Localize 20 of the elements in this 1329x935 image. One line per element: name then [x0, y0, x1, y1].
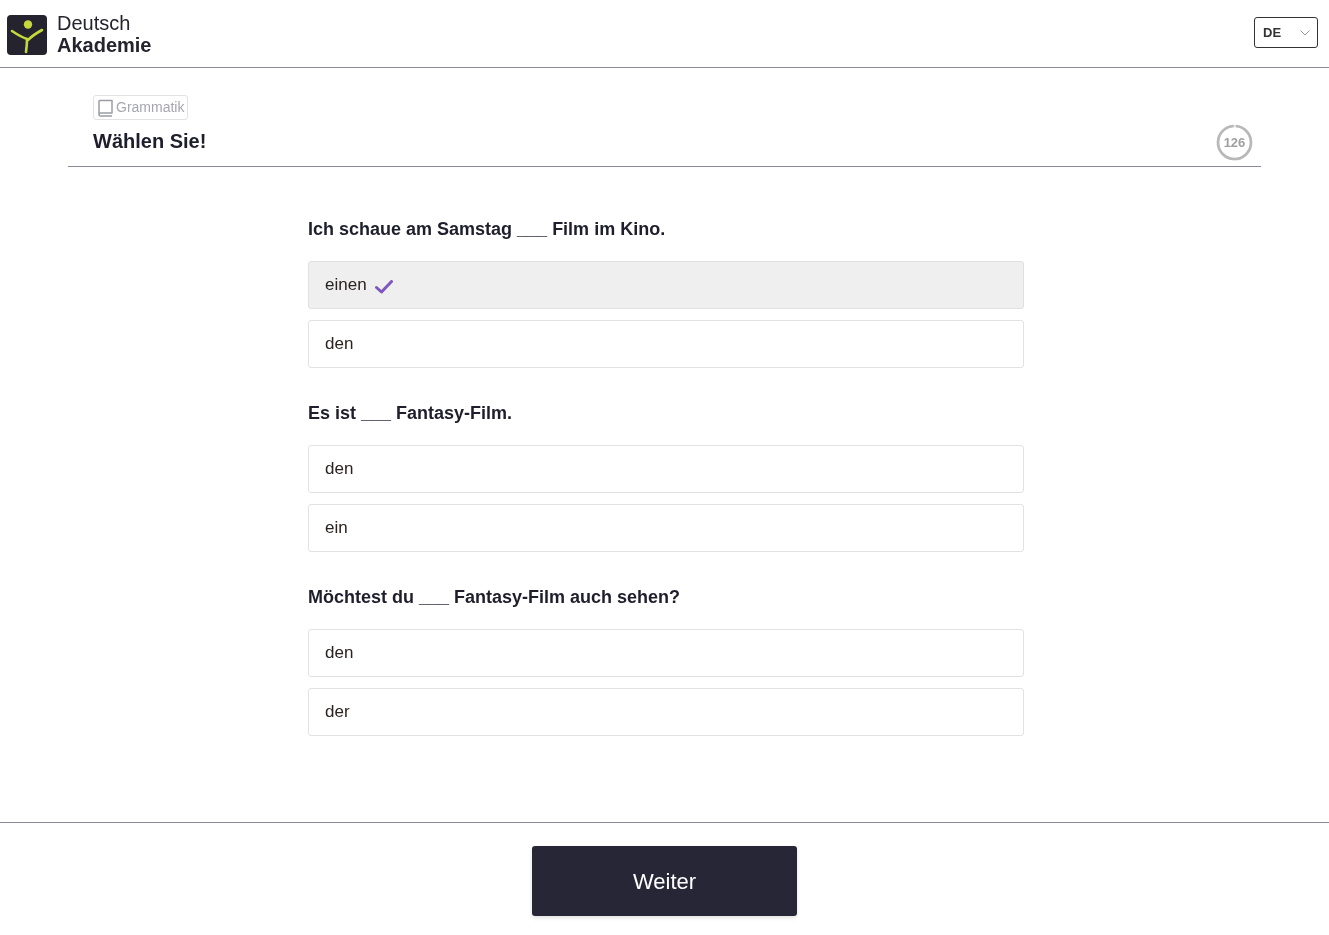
answer-option[interactable]: der	[308, 688, 1024, 736]
checkmark-icon	[374, 279, 393, 294]
question-text: Möchtest du ___ Fantasy-Film auch sehen?	[308, 586, 682, 609]
answer-option[interactable]: ein	[308, 504, 1024, 552]
timer-value: 126	[1223, 133, 1246, 152]
next-button[interactable]: Weiter	[532, 846, 797, 916]
exercise-title: Wählen Sie!	[93, 129, 207, 154]
answer-option[interactable]: einen	[308, 261, 1024, 309]
logo-text: Deutsch	[57, 11, 132, 34]
language-select[interactable]: DE	[1254, 17, 1318, 48]
book-icon	[97, 98, 114, 117]
question-text: Ich schaue am Samstag ___ Film im Kino.	[308, 218, 667, 241]
chevron-down-icon	[1300, 29, 1310, 36]
question-text: Es ist ___ Fantasy-Film.	[308, 402, 514, 425]
answer-option[interactable]: den	[308, 445, 1024, 493]
answer-option[interactable]: den	[308, 629, 1024, 677]
logo-icon	[7, 14, 47, 55]
tag-label: Grammatik	[116, 98, 185, 117]
logo-text: Akademie	[57, 33, 152, 56]
answer-option[interactable]: den	[308, 320, 1024, 368]
